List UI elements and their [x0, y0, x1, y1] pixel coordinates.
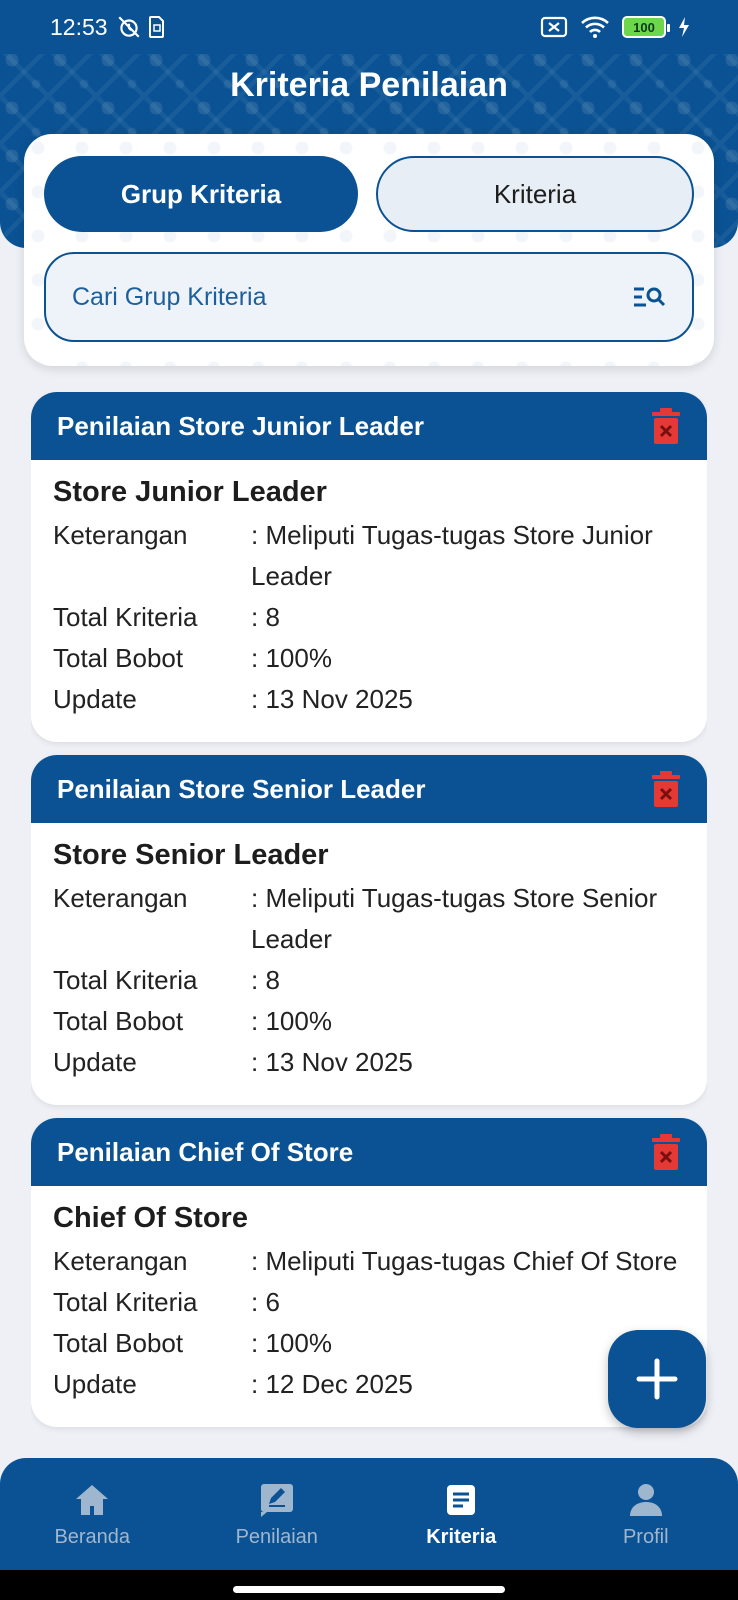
- delete-icon[interactable]: [651, 1133, 681, 1171]
- system-gesture-area: [0, 1570, 738, 1600]
- nav-label-beranda: Beranda: [54, 1525, 131, 1548]
- label-keterangan: Keterangan: [53, 520, 188, 550]
- value-total-kriteria: : 8: [251, 965, 280, 995]
- home-gesture-bar[interactable]: [233, 1586, 505, 1593]
- nav-label-profil: Profil: [622, 1525, 669, 1548]
- value-total-bobot: : 100%: [251, 643, 332, 673]
- delete-icon[interactable]: [651, 407, 681, 445]
- card-header: Penilaian Chief Of Store: [31, 1118, 707, 1186]
- edit-icon: [257, 1480, 297, 1520]
- card-name: Chief Of Store: [53, 1202, 248, 1234]
- card-header-title: Penilaian Store Junior Leader: [57, 410, 424, 441]
- grup-card[interactable]: Penilaian Store Junior Leader Store Juni…: [31, 392, 707, 742]
- charging-icon: [679, 17, 689, 37]
- value-update: : 13 Nov 2025: [251, 1047, 413, 1077]
- grup-card[interactable]: Penilaian Chief Of Store Chief Of Store …: [31, 1118, 707, 1427]
- card-header-title: Penilaian Chief Of Store: [57, 1136, 354, 1167]
- label-keterangan: Keterangan: [53, 1246, 188, 1276]
- status-time: 12:53: [50, 13, 108, 40]
- label-keterangan: Keterangan: [53, 883, 188, 913]
- label-update: Update: [53, 1047, 137, 1077]
- grup-card[interactable]: Penilaian Store Senior Leader Store Seni…: [31, 755, 707, 1105]
- label-total-kriteria: Total Kriteria: [53, 965, 198, 995]
- label-total-bobot: Total Bobot: [53, 1006, 184, 1036]
- label-total-kriteria: Total Kriteria: [53, 602, 198, 632]
- card-name: Store Junior Leader: [53, 476, 327, 508]
- battery-icon: 100: [622, 16, 670, 38]
- card-header-title: Penilaian Store Senior Leader: [57, 773, 426, 804]
- no-sim-icon: [540, 16, 568, 38]
- delete-icon[interactable]: [651, 770, 681, 808]
- value-total-kriteria: : 8: [251, 602, 280, 632]
- plus-icon: [636, 1358, 678, 1400]
- sim-icon: [148, 16, 164, 38]
- nav-item-profil[interactable]: Profil: [554, 1458, 738, 1570]
- search-list-icon[interactable]: [632, 280, 666, 314]
- person-icon: [626, 1480, 666, 1520]
- nav-item-kriteria[interactable]: Kriteria: [369, 1458, 554, 1570]
- label-update: Update: [53, 1369, 137, 1399]
- filter-card: Grup Kriteria Kriteria: [24, 134, 714, 366]
- home-icon: [72, 1480, 112, 1520]
- card-header: Penilaian Store Senior Leader: [31, 755, 707, 823]
- value-total-bobot: : 100%: [251, 1006, 332, 1036]
- label-total-bobot: Total Bobot: [53, 1328, 184, 1358]
- value-keterangan: : Meliputi Tugas-tugas Store Junior Lead…: [251, 520, 653, 591]
- value-update: : 13 Nov 2025: [251, 684, 413, 714]
- search-input[interactable]: [72, 282, 632, 312]
- card-name: Store Senior Leader: [53, 839, 329, 871]
- status-bar: 12:53 100: [0, 0, 738, 54]
- alarm-off-icon: [118, 16, 140, 38]
- nav-item-penilaian[interactable]: Penilaian: [185, 1458, 370, 1570]
- label-total-kriteria: Total Kriteria: [53, 1287, 198, 1317]
- card-header: Penilaian Store Junior Leader: [31, 392, 707, 460]
- nav-item-beranda[interactable]: Beranda: [0, 1458, 185, 1570]
- add-button[interactable]: [608, 1330, 706, 1428]
- tab-kriteria[interactable]: Kriteria: [376, 156, 694, 232]
- search-field[interactable]: [44, 252, 694, 342]
- bottom-nav: Beranda Penilaian Kriteria Profil: [0, 1458, 738, 1570]
- list-icon: [441, 1480, 481, 1520]
- label-update: Update: [53, 684, 137, 714]
- nav-label-penilaian: Penilaian: [235, 1525, 318, 1548]
- grup-kriteria-list[interactable]: Penilaian Store Junior Leader Store Juni…: [31, 392, 707, 1449]
- wifi-icon: [581, 16, 609, 38]
- nav-label-kriteria: Kriteria: [426, 1525, 497, 1548]
- value-keterangan: : Meliputi Tugas-tugas Store Senior Lead…: [251, 883, 658, 954]
- value-keterangan: : Meliputi Tugas-tugas Chief Of Store: [251, 1246, 678, 1276]
- page-title: Kriteria Penilaian: [230, 66, 508, 104]
- label-total-bobot: Total Bobot: [53, 643, 184, 673]
- tab-grup-kriteria[interactable]: Grup Kriteria: [44, 156, 358, 232]
- value-total-kriteria: : 6: [251, 1287, 280, 1317]
